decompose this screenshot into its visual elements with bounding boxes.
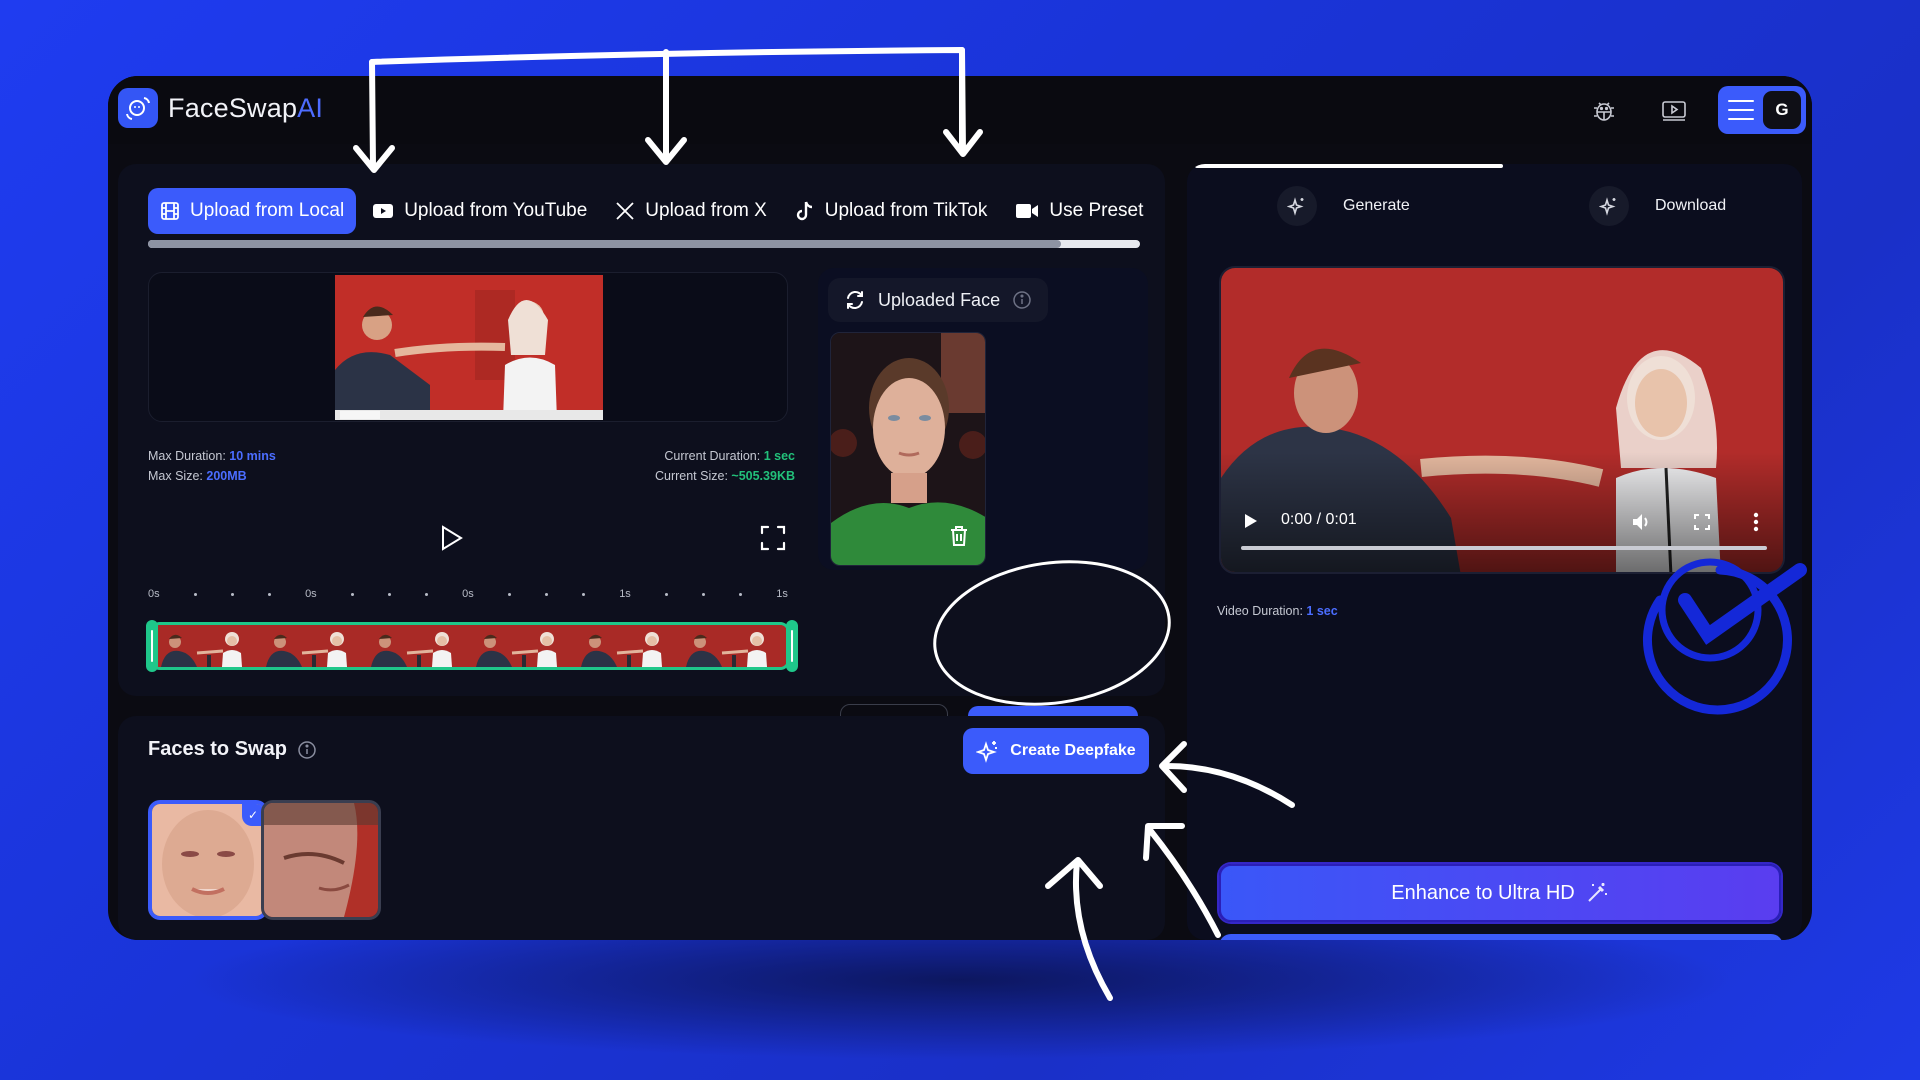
face-option-1[interactable]: ✓: [148, 800, 268, 920]
result-panel: Generate Download 0:00 / 0:01 Video Dura…: [1187, 164, 1802, 940]
volume-icon[interactable]: [1631, 512, 1653, 537]
sparkle-icon: [1277, 186, 1317, 226]
max-size-value: 200MB: [206, 469, 247, 483]
current-size-value: ~505.39KB: [731, 469, 795, 483]
info-icon[interactable]: [297, 740, 317, 760]
sparkle-icon: [976, 741, 998, 763]
magic-wand-icon: [1587, 883, 1607, 902]
faces-to-swap-title: Faces to Swap: [148, 738, 317, 761]
video-thumbnail: [335, 275, 603, 420]
refresh-icon: [847, 290, 863, 310]
play-icon[interactable]: [440, 524, 464, 557]
menu-icon[interactable]: [1728, 100, 1754, 120]
logo[interactable]: FaceSwapAI: [118, 88, 323, 128]
bug-icon[interactable]: [1590, 98, 1618, 124]
max-duration-value: 10 mins: [229, 449, 276, 463]
fullscreen-icon[interactable]: [759, 524, 787, 557]
current-duration-value: 1 sec: [763, 449, 795, 463]
trash-icon[interactable]: [949, 525, 969, 552]
fullscreen-icon[interactable]: [1693, 513, 1711, 536]
filmstrip-frame: [682, 625, 787, 667]
upload-panel: Upload from Local Upload from YouTube Up…: [118, 164, 1165, 696]
timeline-ruler: 0s 0s 0s 1s 1s: [148, 588, 788, 600]
logo-face-icon: [118, 88, 158, 128]
video-tutorial-icon[interactable]: [1660, 98, 1688, 124]
enhance-ultra-hd-button[interactable]: Enhance to Ultra HD: [1219, 864, 1781, 922]
result-video-player[interactable]: 0:00 / 0:01: [1219, 266, 1785, 574]
step-download[interactable]: Download: [1589, 184, 1726, 228]
current-info: Current Duration: 1 sec Current Size: ~5…: [654, 449, 795, 483]
face-option-2[interactable]: [261, 800, 381, 920]
playback-time: 0:00 / 0:01: [1281, 511, 1357, 528]
video-preview[interactable]: [148, 272, 788, 422]
video-camera-icon: [1016, 204, 1039, 218]
header: FaceSwapAI G: [108, 76, 1812, 144]
info-icon[interactable]: [1012, 290, 1032, 310]
seek-bar[interactable]: [1241, 546, 1767, 550]
upload-tabs: Upload from Local Upload from YouTube Up…: [148, 188, 1143, 234]
tab-upload-tiktok[interactable]: Upload from TikTok: [783, 188, 1000, 234]
uploaded-face-header[interactable]: Uploaded Face: [828, 278, 1049, 322]
tab-upload-x[interactable]: Upload from X: [603, 188, 778, 234]
trim-handle-start[interactable]: [146, 620, 158, 672]
app-window: FaceSwapAI G Upload from Local Upload fr…: [108, 76, 1812, 940]
tiktok-icon: [796, 201, 812, 221]
tab-upload-youtube[interactable]: Upload from YouTube: [360, 188, 599, 234]
x-logo-icon: [616, 202, 634, 220]
play-icon[interactable]: [1243, 512, 1259, 535]
menu-profile-group: G: [1718, 86, 1806, 134]
trim-handle-end[interactable]: [786, 620, 798, 672]
tab-use-preset[interactable]: Use Preset: [1003, 188, 1155, 234]
filmstrip-frame: [262, 625, 368, 667]
filmstrip-frame: [472, 625, 578, 667]
more-options-icon[interactable]: [1753, 512, 1759, 537]
filmstrip-frame: [577, 625, 683, 667]
film-icon: [161, 202, 179, 220]
filmstrip-frame: [367, 625, 473, 667]
tabs-scrollbar[interactable]: [148, 240, 1140, 248]
filmstrip-frame: [157, 625, 263, 667]
uploaded-face-image[interactable]: [830, 332, 986, 566]
uploaded-face-panel: Uploaded Face: [818, 268, 1148, 570]
timeline-filmstrip[interactable]: [150, 622, 790, 670]
sparkle-icon: [1589, 186, 1629, 226]
brand-name: FaceSwapAI: [168, 92, 324, 123]
youtube-icon: [373, 204, 394, 218]
continue-button[interactable]: Continue: [1219, 934, 1783, 940]
step-progress-bar: [1195, 164, 1802, 168]
tab-upload-local[interactable]: Upload from Local: [148, 188, 357, 234]
step-generate[interactable]: Generate: [1277, 184, 1410, 228]
video-duration: Video Duration: 1 sec: [1217, 604, 1338, 618]
create-deepfake-button[interactable]: Create Deepfake: [963, 728, 1149, 774]
max-info: Max Duration: 10 mins Max Size: 200MB: [148, 449, 276, 483]
avatar[interactable]: G: [1763, 91, 1801, 129]
